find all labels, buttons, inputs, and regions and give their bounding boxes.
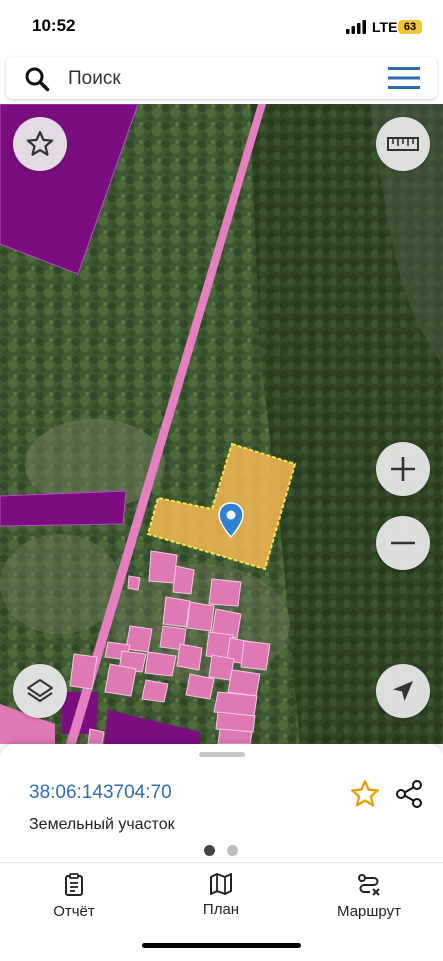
tab-label-report: Отчёт	[53, 903, 95, 920]
minus-icon	[391, 541, 415, 545]
report-icon	[65, 873, 83, 896]
parcel-type: Земельный участок	[29, 816, 175, 833]
navigation-arrow-icon	[393, 681, 413, 701]
tab-route[interactable]: Маршрут	[309, 873, 429, 920]
tab-label-plan: План	[202, 901, 240, 918]
favorite-star-icon[interactable]	[349, 778, 381, 810]
satellite-imagery	[0, 104, 443, 744]
plus-icon	[391, 457, 415, 481]
battery-indicator: 63	[398, 20, 422, 34]
star-outline-icon	[26, 131, 54, 156]
search-bar[interactable]	[6, 57, 437, 99]
status-time: 10:52	[32, 16, 76, 35]
ruler-button[interactable]	[376, 117, 430, 171]
search-input[interactable]	[66, 63, 370, 95]
status-bar: 10:52 LTE 63	[0, 0, 443, 54]
map-view[interactable]	[0, 104, 443, 744]
page-indicator	[204, 845, 244, 857]
my-location-button[interactable]	[376, 664, 430, 718]
zoom-in-button[interactable]	[376, 442, 430, 496]
page-dot[interactable]	[227, 845, 238, 856]
signal-icon	[346, 20, 366, 34]
page-dot-active[interactable]	[204, 845, 215, 856]
tab-plan[interactable]: План	[161, 873, 281, 918]
tab-report[interactable]: Отчёт	[14, 873, 134, 920]
menu-icon[interactable]	[388, 67, 420, 89]
network-type: LTE	[372, 19, 398, 35]
favorites-button[interactable]	[13, 117, 67, 171]
sheet-handle[interactable]	[199, 752, 245, 757]
layers-button[interactable]	[13, 664, 67, 718]
share-icon[interactable]	[393, 778, 425, 810]
zoom-out-button[interactable]	[376, 516, 430, 570]
parcel-info-sheet[interactable]: 38:06:143704:70 Земельный участок	[0, 744, 443, 862]
location-pin-icon[interactable]	[218, 502, 244, 538]
tab-label-route: Маршрут	[337, 903, 401, 920]
search-icon	[25, 67, 50, 92]
cadastral-number[interactable]: 38:06:143704:70	[29, 782, 172, 804]
home-indicator	[142, 943, 301, 948]
route-icon	[358, 874, 380, 896]
ruler-icon	[387, 137, 419, 151]
layers-icon	[27, 679, 53, 702]
map-icon	[210, 873, 232, 895]
